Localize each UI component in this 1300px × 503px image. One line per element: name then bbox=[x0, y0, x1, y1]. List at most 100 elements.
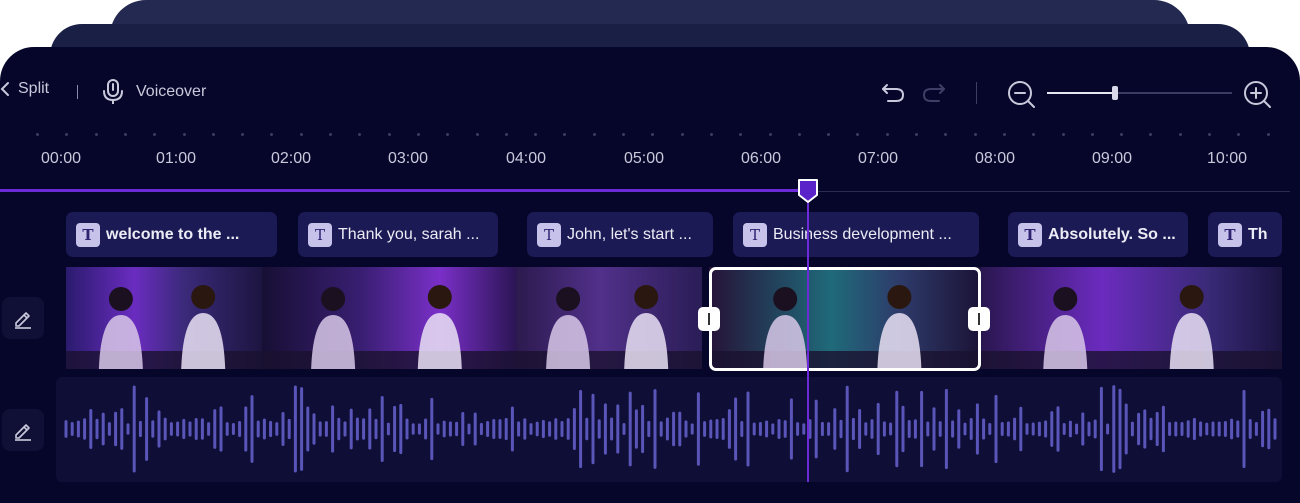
time-tick-label: 03:00 bbox=[387, 150, 429, 167]
zoom-slider-thumb[interactable] bbox=[1112, 86, 1119, 100]
ruler-dot bbox=[680, 133, 684, 136]
time-tick-label: 07:00 bbox=[857, 150, 899, 167]
time-tick-label: 10:00 bbox=[1206, 150, 1248, 167]
ruler-dot bbox=[827, 133, 831, 136]
ruler-dot bbox=[153, 133, 157, 136]
time-tick-label: 05:00 bbox=[623, 150, 665, 167]
ruler-dot bbox=[797, 133, 801, 136]
ruler-dot bbox=[36, 133, 39, 136]
zoom-in-icon[interactable] bbox=[1243, 80, 1273, 110]
clip-trim-handle-left[interactable] bbox=[698, 307, 720, 331]
microphone-icon bbox=[103, 79, 123, 104]
ruler-dot bbox=[329, 133, 332, 136]
toolbar-divider bbox=[77, 85, 78, 99]
time-tick-label: 04:00 bbox=[505, 150, 547, 167]
redo-icon[interactable] bbox=[921, 81, 947, 103]
caption-clip[interactable]: T Business development ... bbox=[733, 212, 979, 257]
ruler-dot bbox=[446, 133, 450, 136]
undo-icon[interactable] bbox=[880, 81, 906, 103]
frame-silhouettes bbox=[262, 285, 516, 369]
ruler-dot bbox=[123, 133, 127, 136]
playhead-handle[interactable] bbox=[797, 178, 819, 204]
ruler-dot bbox=[534, 133, 538, 136]
ruler-dot bbox=[387, 133, 391, 136]
ruler-dot bbox=[1061, 133, 1065, 136]
zoom-out-icon[interactable] bbox=[1007, 80, 1037, 110]
video-frame-3[interactable] bbox=[516, 267, 702, 369]
ruler-dot bbox=[915, 133, 918, 136]
text-icon: T bbox=[76, 222, 100, 247]
pencil-icon bbox=[15, 312, 31, 329]
text-icon: T bbox=[1218, 222, 1242, 247]
zoom-slider[interactable] bbox=[1047, 86, 1232, 100]
voiceover-button[interactable]: Voiceover bbox=[102, 78, 206, 106]
ruler-dot bbox=[885, 133, 889, 136]
caption-clip[interactable]: T John, let's start ... bbox=[527, 212, 713, 257]
caption-text: Thank you, sarah ... bbox=[338, 225, 480, 243]
ruler-dots bbox=[0, 133, 1300, 139]
ruler-dot bbox=[475, 133, 479, 136]
split-button[interactable]: Split bbox=[0, 80, 49, 98]
ruler-dot bbox=[622, 133, 625, 136]
caption-text: Th bbox=[1248, 225, 1268, 243]
ruler-dot bbox=[768, 133, 772, 136]
video-frame-1[interactable] bbox=[66, 267, 262, 369]
caption-clip[interactable]: T Thank you, sarah ... bbox=[298, 212, 498, 257]
ruler-dot bbox=[592, 133, 596, 136]
playhead-line bbox=[807, 192, 809, 482]
time-tick-label: 01:00 bbox=[155, 150, 197, 167]
ruler-dot bbox=[1178, 133, 1182, 136]
clip-trim-handle-right[interactable] bbox=[968, 307, 990, 331]
audio-waveform bbox=[64, 385, 1277, 473]
timeline-editor-panel: Split Voiceover 00:00 01:00 02:00 03:00 … bbox=[0, 47, 1300, 503]
time-tick-label: 00:00 bbox=[40, 150, 82, 167]
caption-clip[interactable]: Twelcome to the ... bbox=[66, 212, 277, 257]
ruler-dot bbox=[65, 133, 69, 136]
zoom-slider-fill bbox=[1047, 92, 1116, 94]
ruler-dot bbox=[856, 133, 860, 136]
frame-silhouettes bbox=[516, 285, 702, 369]
ruler-dot bbox=[1237, 133, 1241, 136]
video-frame-5[interactable] bbox=[981, 267, 1282, 369]
ruler-dot bbox=[651, 133, 655, 136]
pencil-icon bbox=[15, 424, 31, 441]
ruler-dot bbox=[358, 133, 362, 136]
frame-silhouettes bbox=[66, 285, 262, 369]
toolbar: Split Voiceover bbox=[0, 47, 1300, 139]
split-label: Split bbox=[18, 80, 50, 97]
edit-video-track-button[interactable] bbox=[2, 297, 44, 339]
toolbar-separator bbox=[976, 82, 977, 104]
ruler-dot bbox=[504, 133, 508, 136]
ruler-dot bbox=[416, 133, 420, 136]
text-icon: T bbox=[308, 222, 332, 247]
ruler-dot bbox=[1266, 133, 1270, 136]
text-icon: T bbox=[537, 222, 561, 247]
edit-audio-track-button[interactable] bbox=[2, 409, 44, 451]
time-tick-label: 08:00 bbox=[974, 150, 1016, 167]
time-tick-label: 09:00 bbox=[1091, 150, 1133, 167]
caption-text: Business development ... bbox=[773, 225, 952, 243]
ruler-dot bbox=[709, 133, 713, 136]
ruler-dot bbox=[270, 133, 274, 136]
voiceover-label: Voiceover bbox=[136, 83, 207, 100]
ruler-dot bbox=[211, 133, 215, 136]
ruler-dot bbox=[94, 133, 98, 136]
chevron-left-icon bbox=[0, 82, 9, 96]
caption-text: Absolutely. So ... bbox=[1048, 225, 1176, 243]
time-tick-label: 02:00 bbox=[270, 150, 312, 167]
video-track[interactable] bbox=[66, 267, 1282, 369]
ruler-dot bbox=[1002, 133, 1006, 136]
audio-track[interactable] bbox=[56, 377, 1282, 482]
caption-clip[interactable]: T Th bbox=[1208, 212, 1282, 257]
ruler-dot bbox=[1149, 133, 1153, 136]
video-frame-2[interactable] bbox=[262, 267, 516, 369]
ruler-dot bbox=[739, 133, 743, 136]
caption-text: John, let's start ... bbox=[567, 225, 692, 243]
selected-clip-outline[interactable] bbox=[709, 267, 981, 371]
ruler-dot bbox=[973, 133, 977, 136]
ruler-dot bbox=[1032, 133, 1036, 136]
caption-text: welcome to the ... bbox=[106, 225, 240, 243]
ruler-dot bbox=[1120, 133, 1124, 136]
caption-clip[interactable]: T Absolutely. So ... bbox=[1008, 212, 1188, 257]
ruler-dot bbox=[182, 133, 186, 136]
